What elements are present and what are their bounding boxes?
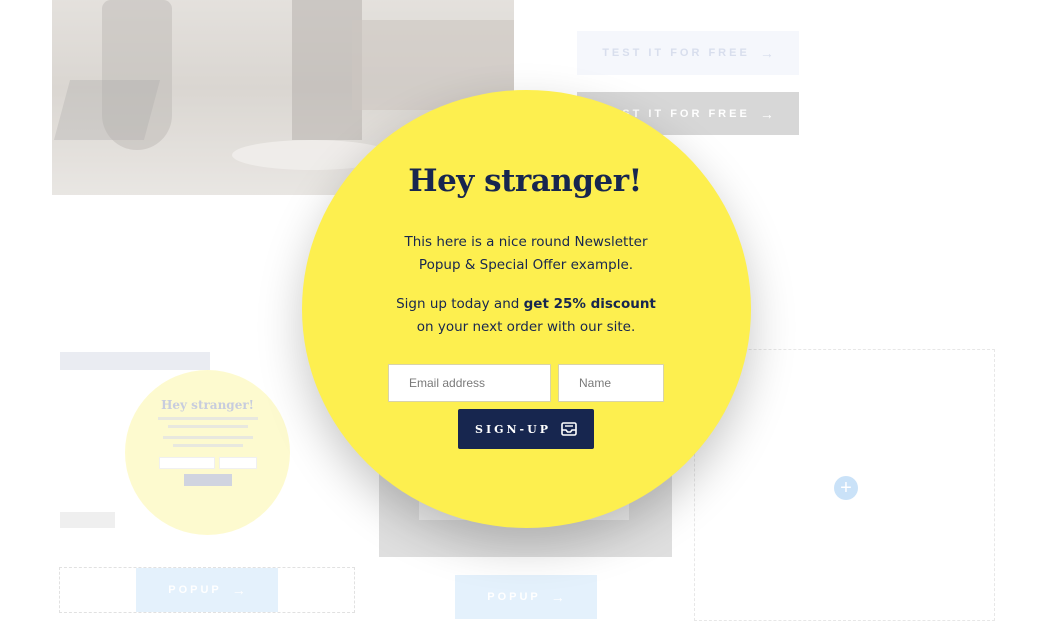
mini-text-line [172,444,243,447]
arrow-right-icon: → [759,45,774,61]
intro-line-1: This here is a nice round Newsletter [404,234,648,250]
photo-chair [53,80,161,140]
empty-card-right: + [694,349,995,621]
name-field[interactable] [558,364,664,402]
card-tag-placeholder [60,512,115,528]
mini-form [125,457,290,469]
popup-intro-text: This here is a nice round Newsletter Pop… [376,231,676,277]
card-title-placeholder [60,352,210,370]
popup-offer-text: Sign up today and get 25% discount on yo… [376,293,676,339]
email-field[interactable] [388,364,551,402]
preview-card-left: Hey stranger! [60,352,354,557]
mini-signup-button [183,474,232,486]
intro-line-2: Popup & Special Offer example. [418,257,634,273]
inbox-icon [561,422,577,436]
signup-label: SIGN-UP [475,422,551,436]
offer-prefix: Sign up today and [396,296,520,312]
mini-popup-preview: Hey stranger! [125,370,290,535]
arrow-right-icon: → [231,582,246,598]
mini-text-line [162,436,253,439]
signup-button[interactable]: SIGN-UP [458,409,594,449]
popup-title: Hey stranger! [408,163,642,199]
mini-popup-title: Hey stranger! [161,398,254,412]
mini-field [158,457,215,469]
offer-suffix: on your next order with our site. [416,319,636,335]
test-free-button-top[interactable]: TEST IT FOR FREE → [577,31,799,75]
mini-text-line [157,417,258,420]
arrow-right-icon: → [759,105,774,122]
test-free-label: TEST IT FOR FREE [602,47,750,59]
popup-button-middle[interactable]: POPUP → [455,575,597,619]
popup-button-left[interactable]: POPUP → [136,568,278,612]
popup-label: POPUP [487,591,541,603]
add-icon[interactable]: + [834,476,858,500]
mini-text-line [167,425,248,428]
popup-label: POPUP [168,584,222,596]
offer-discount: get 25% discount [523,296,656,312]
arrow-right-icon: → [550,589,565,605]
mini-field [218,457,257,469]
